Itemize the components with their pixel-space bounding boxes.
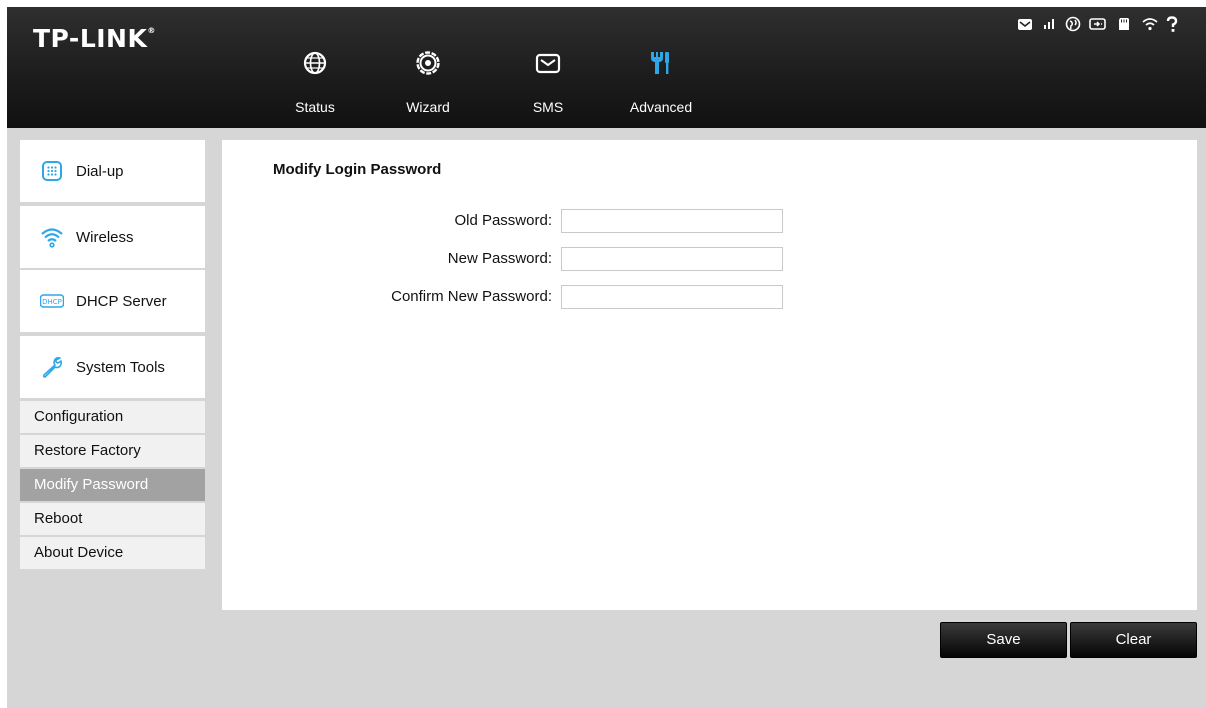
sidebar-item-label: Dial-up <box>76 162 124 180</box>
nav-status-label: Status <box>295 99 335 115</box>
sidebar-subitem-configuration[interactable]: Configuration <box>20 401 205 433</box>
internet-icon <box>1065 16 1081 32</box>
battery-icon <box>1089 18 1106 30</box>
nav-wizard-label: Wizard <box>406 99 450 115</box>
save-button[interactable]: Save <box>940 622 1067 658</box>
old-password-label: Old Password: <box>454 212 552 229</box>
top-header: TP-LINK® Status Wizard SMS Advanced <box>7 7 1206 128</box>
sidebar-item-wireless[interactable]: Wireless <box>20 206 205 268</box>
signal-icon <box>1044 19 1054 29</box>
dhcp-icon: DHCP <box>40 294 64 308</box>
sidebar-subitem-reboot[interactable]: Reboot <box>20 503 205 535</box>
nav-advanced-label: Advanced <box>629 99 693 115</box>
confirm-password-row: Confirm New Password: <box>222 285 822 309</box>
sd-card-icon <box>1119 18 1129 30</box>
clear-button[interactable]: Clear <box>1070 622 1197 658</box>
new-password-row: New Password: <box>222 247 822 271</box>
sidebar-item-system-tools[interactable]: System Tools <box>20 336 205 398</box>
keypad-icon <box>42 161 62 181</box>
sidebar-item-dhcp-server[interactable]: DHCP DHCP Server <box>20 270 205 332</box>
sidebar-item-label: System Tools <box>76 358 165 376</box>
tp-link-logo: TP-LINK® <box>33 24 156 53</box>
new-password-field[interactable] <box>561 247 783 271</box>
confirm-password-label: Confirm New Password: <box>391 288 552 305</box>
nav-wizard[interactable]: Wizard <box>388 47 468 115</box>
globe-icon <box>303 51 327 75</box>
old-password-field[interactable] <box>561 209 783 233</box>
tools-icon <box>651 52 669 74</box>
nav-sms-label: SMS <box>532 99 564 115</box>
main-panel: Modify Login Password Old Password: New … <box>222 140 1197 610</box>
svg-text:DHCP: DHCP <box>42 298 62 306</box>
sidebar-subitem-about-device[interactable]: About Device <box>20 537 205 569</box>
old-password-row: Old Password: <box>222 209 822 233</box>
page-title: Modify Login Password <box>273 161 442 178</box>
status-bar <box>1017 16 1202 36</box>
wifi-icon <box>1142 18 1158 31</box>
wifi-icon <box>41 228 63 248</box>
nav-status[interactable]: Status <box>275 47 355 115</box>
sidebar-subitem-modify-password[interactable]: Modify Password <box>20 469 205 501</box>
gear-icon <box>416 51 440 75</box>
sidebar-item-dial-up[interactable]: Dial-up <box>20 140 205 202</box>
new-password-label: New Password: <box>447 250 552 267</box>
nav-sms[interactable]: SMS <box>508 47 588 115</box>
wrench-icon <box>42 357 63 378</box>
help-icon[interactable] <box>1165 16 1179 34</box>
confirm-password-field[interactable] <box>561 285 783 309</box>
sidebar-subitem-restore-factory[interactable]: Restore Factory <box>20 435 205 467</box>
sidebar-item-label: Wireless <box>76 228 134 246</box>
message-icon <box>1018 19 1032 30</box>
envelope-icon <box>535 53 561 74</box>
sidebar-item-label: DHCP Server <box>76 292 167 310</box>
nav-advanced[interactable]: Advanced <box>621 47 701 115</box>
